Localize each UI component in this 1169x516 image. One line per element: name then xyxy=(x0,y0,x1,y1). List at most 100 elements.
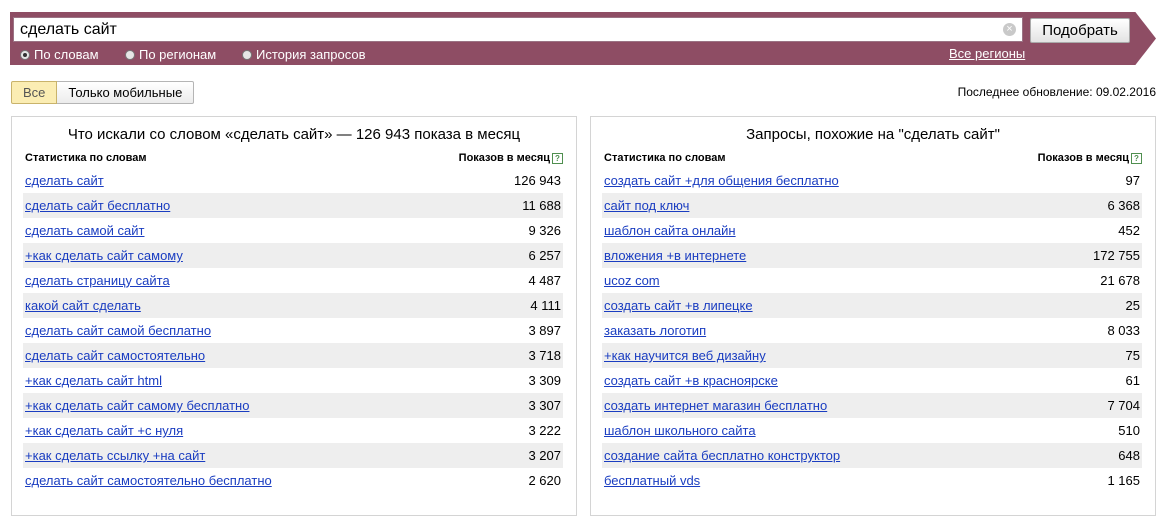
keyword-link[interactable]: вложения +в интернете xyxy=(604,248,746,263)
mode-label: По словам xyxy=(34,47,99,62)
keyword-link[interactable]: создать интернет магазин бесплатно xyxy=(604,398,827,413)
shows-count: 61 xyxy=(1125,373,1140,388)
shows-count: 21 678 xyxy=(1100,273,1140,288)
table-row: сделать сайт самостоятельно 3 718 xyxy=(23,343,563,368)
shows-count: 97 xyxy=(1125,173,1140,188)
mode-label: По регионам xyxy=(139,47,217,62)
search-box[interactable]: × xyxy=(13,17,1023,42)
keyword-link[interactable]: шаблон школьного сайта xyxy=(604,423,756,438)
keyword-link[interactable]: сделать сайт самостоятельно бесплатно xyxy=(25,473,272,488)
shows-count: 4 487 xyxy=(528,273,561,288)
table-row: сделать сайт бесплатно 11 688 xyxy=(23,193,563,218)
table-row: шаблон школьного сайта 510 xyxy=(602,418,1142,443)
table-row: сайт под ключ 6 368 xyxy=(602,193,1142,218)
search-input[interactable] xyxy=(20,20,980,40)
column-headers: Статистика по словам Показов в месяц? xyxy=(25,152,563,166)
keyword-link[interactable]: заказать логотип xyxy=(604,323,706,338)
mode-history-radio[interactable]: История запросов xyxy=(242,47,366,62)
shows-count: 9 326 xyxy=(528,223,561,238)
col-words-header: Статистика по словам xyxy=(604,152,726,164)
keyword-link[interactable]: сделать сайт самой бесплатно xyxy=(25,323,211,338)
table-row: сделать страницу сайта 4 487 xyxy=(23,268,563,293)
help-icon[interactable]: ? xyxy=(552,153,563,164)
device-tabs: Все Только мобильные xyxy=(11,81,195,104)
shows-count: 11 688 xyxy=(522,198,561,213)
shows-count: 6 257 xyxy=(528,248,561,263)
table-row: сделать сайт 126 943 xyxy=(23,168,563,193)
mode-by-regions-radio[interactable]: По регионам xyxy=(125,47,216,62)
table-row: сделать сайт самостоятельно бесплатно 2 6… xyxy=(23,468,563,493)
col-shows-header: Показов в месяц? xyxy=(459,152,563,164)
keyword-link[interactable]: создание сайта бесплатно конструктор xyxy=(604,448,840,463)
keyword-link[interactable]: создать сайт +для общения бесплатно xyxy=(604,173,839,188)
keyword-link[interactable]: +как сделать сайт самому xyxy=(25,248,183,263)
keyword-link[interactable]: сделать сайт бесплатно xyxy=(25,198,170,213)
similar-table: создать сайт +для общения бесплатно 97 сай… xyxy=(602,168,1142,493)
tab-mobile-only[interactable]: Только мобильные xyxy=(57,81,195,104)
table-row: создать сайт +для общения бесплатно 97 xyxy=(602,168,1142,193)
radio-icon xyxy=(242,50,252,60)
keyword-link[interactable]: сделать сайт xyxy=(25,173,104,188)
keyword-link[interactable]: создать сайт +в красноярске xyxy=(604,373,778,388)
keyword-link[interactable]: +как сделать сайт самому бесплатно xyxy=(25,398,249,413)
similar-queries-panel: Запросы, похожие на "сделать сайт" Стати… xyxy=(590,116,1156,516)
table-row: создание сайта бесплатно конструктор 648 xyxy=(602,443,1142,468)
keyword-link[interactable]: сайт под ключ xyxy=(604,198,689,213)
shows-count: 4 111 xyxy=(530,298,561,313)
col-shows-label: Показов в месяц xyxy=(458,152,550,164)
panel-title: Запросы, похожие на "сделать сайт" xyxy=(746,126,1000,143)
keyword-link[interactable]: бесплатный vds xyxy=(604,473,700,488)
table-row: +как сделать сайт самому 6 257 xyxy=(23,243,563,268)
table-row: +как сделать сайт html 3 309 xyxy=(23,368,563,393)
keyword-link[interactable]: сделать страницу сайта xyxy=(25,273,170,288)
table-row: +как научится веб дизайну 75 xyxy=(602,343,1142,368)
shows-count: 3 309 xyxy=(528,373,561,388)
shows-count: 8 033 xyxy=(1107,323,1140,338)
table-row: +как сделать ссылку +на сайт 3 207 xyxy=(23,443,563,468)
mode-by-words-radio[interactable]: По словам xyxy=(20,47,99,62)
keyword-link[interactable]: +как сделать сайт html xyxy=(25,373,162,388)
keyword-link[interactable]: создать сайт +в липецке xyxy=(604,298,753,313)
col-shows-header: Показов в месяц? xyxy=(1038,152,1142,164)
shows-count: 7 704 xyxy=(1107,398,1140,413)
all-regions-link[interactable]: Все регионы xyxy=(949,46,1025,61)
table-row: создать сайт +в красноярске 61 xyxy=(602,368,1142,393)
keyword-link[interactable]: шаблон сайта онлайн xyxy=(604,223,736,238)
shows-count: 25 xyxy=(1125,298,1140,313)
tab-all[interactable]: Все xyxy=(11,81,58,104)
table-row: шаблон сайта онлайн 452 xyxy=(602,218,1142,243)
keyword-link[interactable]: какой сайт сделать xyxy=(25,298,141,313)
table-row: какой сайт сделать 4 111 xyxy=(23,293,563,318)
shows-count: 3 718 xyxy=(528,348,561,363)
table-row: сделать сайт самой бесплатно 3 897 xyxy=(23,318,563,343)
clear-icon[interactable]: × xyxy=(1003,23,1016,36)
shows-count: 3 897 xyxy=(528,323,561,338)
pick-button[interactable]: Подобрать xyxy=(1030,18,1130,43)
shows-count: 3 222 xyxy=(528,423,561,438)
shows-count: 126 943 xyxy=(514,173,561,188)
words-panel: Что искали со словом «сделать сайт» — 12… xyxy=(11,116,577,516)
table-row: создать сайт +в липецке 25 xyxy=(602,293,1142,318)
table-row: сделать самой сайт 9 326 xyxy=(23,218,563,243)
panel-title: Что искали со словом «сделать сайт» — 12… xyxy=(67,126,521,143)
table-row: ucoz com 21 678 xyxy=(602,268,1142,293)
shows-count: 452 xyxy=(1118,223,1140,238)
keyword-link[interactable]: ucoz com xyxy=(604,273,660,288)
shows-count: 172 755 xyxy=(1093,248,1140,263)
shows-count: 2 620 xyxy=(528,473,561,488)
table-row: +как сделать сайт +с нуля 3 222 xyxy=(23,418,563,443)
table-row: бесплатный vds 1 165 xyxy=(602,468,1142,493)
col-shows-label: Показов в месяц xyxy=(1037,152,1129,164)
table-row: заказать логотип 8 033 xyxy=(602,318,1142,343)
keyword-link[interactable]: +как сделать ссылку +на сайт xyxy=(25,448,205,463)
help-icon[interactable]: ? xyxy=(1131,153,1142,164)
keyword-link[interactable]: сделать самой сайт xyxy=(25,223,144,238)
keyword-link[interactable]: +как научится веб дизайну xyxy=(604,348,766,363)
shows-count: 648 xyxy=(1118,448,1140,463)
keyword-link[interactable]: сделать сайт самостоятельно xyxy=(25,348,205,363)
last-update-text: Последнее обновление: 09.02.2016 xyxy=(957,85,1156,99)
shows-count: 75 xyxy=(1125,348,1140,363)
keyword-link[interactable]: +как сделать сайт +с нуля xyxy=(25,423,183,438)
shows-count: 3 307 xyxy=(528,398,561,413)
column-headers: Статистика по словам Показов в месяц? xyxy=(604,152,1142,166)
